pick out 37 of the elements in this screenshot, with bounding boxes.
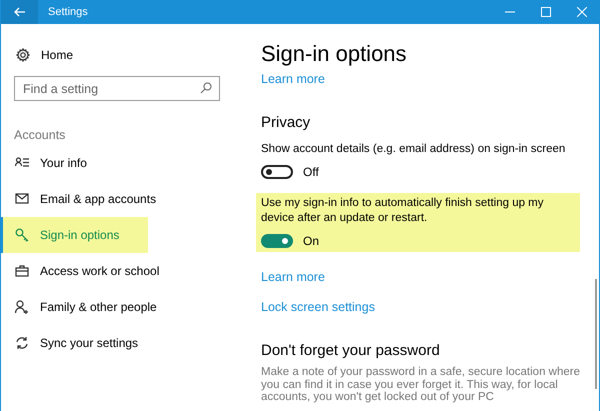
nav-item[interactable]: Access work or school bbox=[1, 253, 166, 289]
learn-link[interactable]: Learn more bbox=[261, 71, 325, 87]
close-icon bbox=[577, 7, 587, 17]
nav-item[interactable]: Sign-in options bbox=[1, 217, 148, 253]
briefcase-icon bbox=[15, 264, 29, 278]
section-label: Accounts bbox=[14, 128, 66, 142]
scrollbar[interactable] bbox=[595, 279, 597, 389]
toggle-switch[interactable] bbox=[261, 165, 293, 179]
setting-label: Show account details (e.g. email address) on sign-in screen bbox=[261, 142, 566, 157]
home-link[interactable]: Home bbox=[1, 44, 149, 66]
toggle-state: Off bbox=[303, 165, 319, 179]
key-icon bbox=[15, 228, 29, 242]
learn-link[interactable]: Lock screen settings bbox=[261, 299, 375, 315]
back-arrow-icon bbox=[14, 7, 26, 17]
setting-label: Use my sign-in info to automatically finish setting up my device after an update or restart. bbox=[261, 196, 545, 226]
page-title: Sign-in options bbox=[261, 40, 407, 68]
minimize-icon bbox=[505, 11, 515, 13]
search-field[interactable]: Find a setting bbox=[14, 76, 220, 101]
learn-link[interactable]: Learn more bbox=[261, 269, 325, 285]
search-icon bbox=[200, 82, 212, 94]
section-heading: Don't forget your password bbox=[261, 342, 440, 359]
description-text: Make a note of your password in a safe, secure location where you can find it in case you ever forget it. This way, for local accounts, you won't get locked out of your PC bbox=[261, 366, 581, 404]
nav-item[interactable]: Sync your settings bbox=[1, 325, 148, 361]
gear-icon bbox=[16, 48, 30, 62]
nav-item[interactable]: Family & other people bbox=[1, 289, 163, 325]
sync-icon bbox=[15, 336, 29, 350]
nav-item[interactable]: Email & app accounts bbox=[1, 181, 162, 217]
home-label: Home bbox=[41, 48, 74, 62]
toggle-switch[interactable] bbox=[261, 234, 293, 248]
section-heading: Privacy bbox=[261, 114, 310, 131]
person-plus-icon bbox=[15, 300, 29, 314]
toggle-state: On bbox=[303, 234, 320, 248]
maximize-icon bbox=[541, 7, 551, 17]
nav-item[interactable]: Your info bbox=[1, 145, 148, 181]
back-button[interactable] bbox=[1, 0, 38, 24]
window-title: Settings bbox=[48, 6, 89, 18]
envelope-icon bbox=[15, 192, 29, 206]
